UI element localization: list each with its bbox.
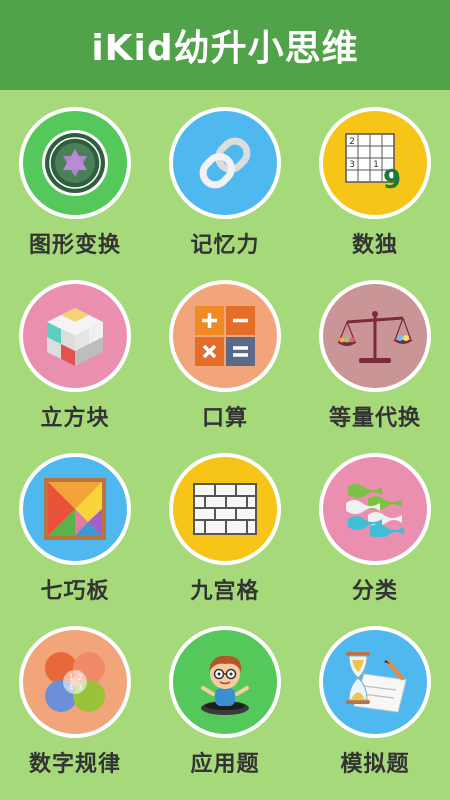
tile-label: 记忆力 — [190, 233, 260, 258]
star-of-david-badge-icon — [42, 130, 108, 196]
tile-icon-circle: 1 2 4 3 — [19, 626, 131, 738]
tile-label: 七巧板 — [40, 579, 110, 604]
tile-icon-circle — [169, 453, 281, 565]
sudoku-grid-icon: 2 3 1 9 — [345, 133, 401, 194]
tile-label: 等量代换 — [328, 406, 421, 431]
tile-icon-circle — [169, 107, 281, 219]
sudoku-big-digit: 9 — [383, 165, 401, 194]
tile-icon-circle — [319, 280, 431, 392]
tile-icon-circle — [169, 280, 281, 392]
tile-equivalent-substitution[interactable]: 等量代换 — [300, 280, 450, 453]
tile-memory[interactable]: 记忆力 — [150, 107, 300, 280]
tile-sudoku[interactable]: 2 3 1 9 数独 — [300, 107, 450, 280]
tile-number-pattern[interactable]: 1 2 4 3 数字规律 — [0, 626, 150, 799]
ribbons-icon — [346, 484, 404, 537]
hourglass-paper-icon — [346, 652, 407, 713]
tile-classification[interactable]: 分类 — [300, 453, 450, 626]
tile-word-problems[interactable]: 应用题 — [150, 626, 300, 799]
tile-tangram[interactable]: 七巧板 — [0, 453, 150, 626]
pattern-digit: 1 — [68, 673, 73, 682]
brick-wall-icon — [193, 483, 257, 535]
tile-label: 数字规律 — [28, 752, 121, 777]
tile-nine-grid[interactable]: 九宫格 — [150, 453, 300, 626]
sudoku-digit: 1 — [373, 160, 379, 170]
tile-mental-math[interactable]: 口算 — [150, 280, 300, 453]
cube-icon — [47, 308, 103, 366]
tile-label: 图形变换 — [28, 233, 121, 258]
pattern-digit: 2 — [77, 673, 82, 682]
tile-icon-circle — [19, 453, 131, 565]
tile-icon-circle — [319, 626, 431, 738]
tile-shape-transform[interactable]: 图形变换 — [0, 107, 150, 280]
tile-label: 口算 — [201, 406, 248, 431]
sudoku-digit: 2 — [349, 137, 355, 147]
app-title: iKid幼升小思维 — [91, 28, 359, 69]
tile-icon-circle: 2 3 1 9 — [319, 107, 431, 219]
tile-label: 应用题 — [190, 752, 260, 777]
calculator-icon — [195, 306, 255, 366]
tile-label: 立方块 — [40, 406, 110, 431]
tile-cube[interactable]: 立方块 — [0, 280, 150, 453]
module-grid: 图形变换 记忆力 2 3 1 9 数独 立方块 口算 等量代换 七巧板 九宫格 … — [0, 90, 450, 799]
four-circles-icon: 1 2 4 3 — [45, 652, 105, 712]
balance-scale-icon — [337, 311, 413, 363]
sudoku-digit: 3 — [349, 160, 355, 170]
tile-label: 模拟题 — [340, 752, 410, 777]
tile-icon-circle — [319, 453, 431, 565]
boy-in-hole-icon — [201, 655, 249, 715]
chain-link-icon — [199, 137, 251, 189]
tile-icon-circle — [169, 626, 281, 738]
tile-icon-circle — [19, 280, 131, 392]
tile-label: 九宫格 — [190, 579, 260, 604]
tile-label: 数独 — [351, 233, 398, 258]
app-header: iKid幼升小思维 — [0, 0, 450, 90]
tile-label: 分类 — [351, 579, 398, 604]
tile-mock-exam[interactable]: 模拟题 — [300, 626, 450, 799]
tile-icon-circle — [19, 107, 131, 219]
tangram-icon — [44, 478, 106, 540]
pattern-digit: 4 — [68, 683, 73, 692]
pattern-digit: 3 — [77, 683, 82, 692]
